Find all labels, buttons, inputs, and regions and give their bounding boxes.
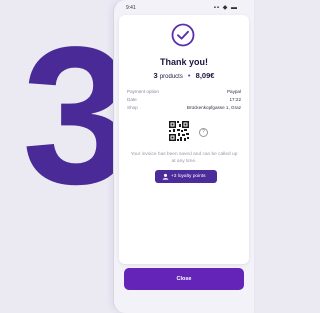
receipt-card: Thank you! 3 products • 8,09€ Payment op… (119, 15, 249, 264)
check-circle-icon (171, 23, 195, 47)
qr-code-icon[interactable] (168, 120, 190, 142)
close-button[interactable]: Close (124, 268, 244, 290)
detail-key: Payment option (127, 89, 159, 94)
loyalty-points-badge[interactable]: +3 loyalty points (155, 170, 217, 183)
help-icon[interactable]: ? (199, 128, 208, 137)
signal-battery-icons: ▪▪ ◆ ▬ (213, 5, 238, 11)
order-total: 8,09€ (195, 71, 215, 80)
detail-key: Date (127, 97, 137, 102)
detail-row-date: Date 17:22 (127, 96, 241, 104)
detail-value: Brückenkopfgasse 1, Graz (186, 105, 241, 110)
invoice-note: Your invoice has been saved and can be c… (130, 152, 238, 164)
step-number: 3 (22, 6, 131, 225)
detail-row-shop: Shop Brückenkopfgasse 1, Graz (127, 104, 241, 112)
order-summary: 3 products • 8,09€ (119, 71, 249, 80)
product-count: 3 (153, 71, 158, 80)
status-bar: 9:41 ▪▪ ◆ ▬ (114, 0, 254, 16)
detail-key: Shop (127, 105, 138, 110)
product-count-label: products (159, 74, 183, 80)
status-time: 9:41 (126, 5, 136, 11)
summary-separator: • (187, 71, 191, 80)
detail-row-payment: Payment option Paypal (127, 88, 241, 96)
loyalty-points-label: +3 loyalty points (171, 174, 206, 179)
phone-frame: 9:41 ▪▪ ◆ ▬ Thank you! 3 products • 8,09… (113, 0, 254, 313)
user-icon (162, 173, 169, 180)
detail-value: Paypal (226, 89, 241, 94)
detail-value: 17:22 (229, 97, 242, 102)
thank-you-title: Thank you! (159, 57, 208, 67)
